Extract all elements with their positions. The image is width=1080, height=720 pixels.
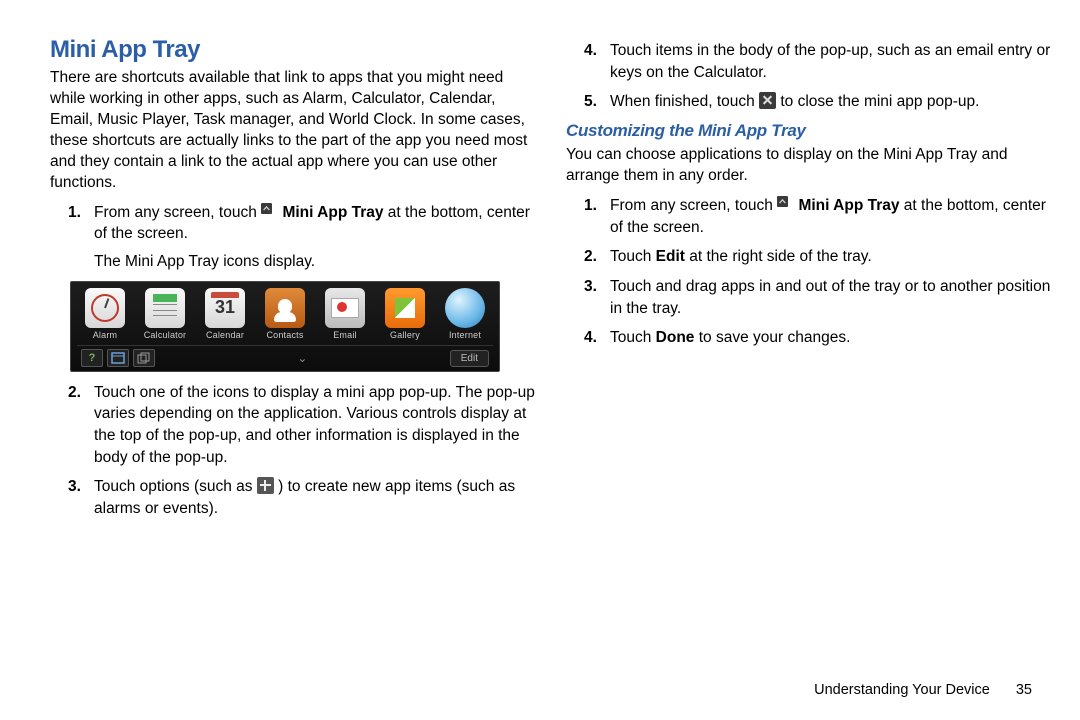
tray-label: Gallery xyxy=(377,330,433,340)
r-step-4: 4. Touch Done to save your changes. xyxy=(590,327,1052,349)
r2-bold: Edit xyxy=(656,248,685,265)
r1-bold: Mini App Tray xyxy=(798,197,899,214)
calculator-icon xyxy=(145,288,185,328)
tray-app-contacts: Contacts xyxy=(257,288,313,343)
mini-app-tray-icon xyxy=(777,196,794,213)
steps-left-continued: 2. Touch one of the icons to display a m… xyxy=(74,382,536,520)
step-number: 1. xyxy=(68,202,81,224)
tray-apps-row: Alarm Calculator 31 Calendar Contacts Ema… xyxy=(77,288,493,343)
help-icon: ? xyxy=(81,349,103,367)
page-footer: Understanding Your Device 35 xyxy=(814,682,1032,698)
calendar-icon: 31 xyxy=(205,288,245,328)
r2-b: at the right side of the tray. xyxy=(689,248,871,265)
tray-label: Contacts xyxy=(257,330,313,340)
tray-label: Internet xyxy=(437,330,493,340)
right-column: 4. Touch items in the body of the pop-up… xyxy=(566,36,1052,700)
tray-app-calculator: Calculator xyxy=(137,288,193,343)
step-4-text: Touch items in the body of the pop-up, s… xyxy=(610,42,1050,81)
chapter-title: Understanding Your Device xyxy=(814,682,990,698)
step-5-text-a: When finished, touch xyxy=(610,93,759,110)
tray-app-internet: Internet xyxy=(437,288,493,343)
tray-bottom-row: ? ⌄ Edit xyxy=(77,345,493,371)
r-step-2: 2. Touch Edit at the right side of the t… xyxy=(590,246,1052,268)
step-1-after: The Mini App Tray icons display. xyxy=(94,251,536,273)
r1-a: From any screen, touch xyxy=(610,197,777,214)
step-5-text-b: to close the mini app pop-up. xyxy=(780,93,979,110)
tray-app-email: Email xyxy=(317,288,373,343)
step-number: 2. xyxy=(584,246,597,268)
intro-paragraph: There are shortcuts available that link … xyxy=(50,68,536,194)
r4-a: Touch xyxy=(610,329,656,346)
step-1: 1. From any screen, touch Mini App Tray … xyxy=(74,202,536,273)
mini-app-tray-icon xyxy=(261,203,278,220)
r-step-3: 3. Touch and drag apps in and out of the… xyxy=(590,276,1052,319)
step-number: 3. xyxy=(68,476,81,498)
r4-b: to save your changes. xyxy=(699,329,851,346)
left-column: Mini App Tray There are shortcuts availa… xyxy=(50,36,536,700)
step-number: 4. xyxy=(584,40,597,62)
copy-icon xyxy=(133,349,155,367)
right-intro: You can choose applications to display o… xyxy=(566,145,1052,187)
subsection-heading: Customizing the Mini App Tray xyxy=(566,121,1052,141)
window-icon xyxy=(107,349,129,367)
step-5: 5. When finished, touch to close the min… xyxy=(590,91,1052,113)
tray-app-gallery: Gallery xyxy=(377,288,433,343)
step-2-text: Touch one of the icons to display a mini… xyxy=(94,384,535,466)
steps-left: 1. From any screen, touch Mini App Tray … xyxy=(74,202,536,273)
close-icon xyxy=(759,92,776,109)
r4-bold: Done xyxy=(656,329,695,346)
r2-a: Touch xyxy=(610,248,656,265)
chevron-down-icon: ⌄ xyxy=(155,351,450,365)
mini-app-tray-screenshot: Alarm Calculator 31 Calendar Contacts Ema… xyxy=(70,281,500,372)
alarm-icon xyxy=(85,288,125,328)
plus-icon xyxy=(257,477,274,494)
step-1-text-a: From any screen, touch xyxy=(94,204,261,221)
page-number: 35 xyxy=(1016,682,1032,698)
step-4: 4. Touch items in the body of the pop-up… xyxy=(590,40,1052,83)
tray-label: Calendar xyxy=(197,330,253,340)
step-1-bold: Mini App Tray xyxy=(282,204,383,221)
tray-app-alarm: Alarm xyxy=(77,288,133,343)
tray-label: Email xyxy=(317,330,373,340)
edit-button: Edit xyxy=(450,350,489,367)
steps-right-top: 4. Touch items in the body of the pop-up… xyxy=(590,40,1052,113)
step-number: 3. xyxy=(584,276,597,298)
steps-right: 1. From any screen, touch Mini App Tray … xyxy=(590,195,1052,349)
gallery-icon xyxy=(385,288,425,328)
manual-page: Mini App Tray There are shortcuts availa… xyxy=(0,0,1080,720)
step-number: 4. xyxy=(584,327,597,349)
r-step-1: 1. From any screen, touch Mini App Tray … xyxy=(590,195,1052,238)
r3-text: Touch and drag apps in and out of the tr… xyxy=(610,278,1050,317)
step-number: 5. xyxy=(584,91,597,113)
tray-app-calendar: 31 Calendar xyxy=(197,288,253,343)
internet-icon xyxy=(445,288,485,328)
section-heading: Mini App Tray xyxy=(50,36,536,64)
step-3: 3. Touch options (such as ) to create ne… xyxy=(74,476,536,519)
step-2: 2. Touch one of the icons to display a m… xyxy=(74,382,536,469)
contacts-icon xyxy=(265,288,305,328)
tray-label: Calculator xyxy=(137,330,193,340)
tray-label: Alarm xyxy=(77,330,133,340)
step-3-text-a: Touch options (such as xyxy=(94,478,257,495)
step-number: 1. xyxy=(584,195,597,217)
email-icon xyxy=(325,288,365,328)
step-number: 2. xyxy=(68,382,81,404)
calendar-day: 31 xyxy=(205,288,245,328)
